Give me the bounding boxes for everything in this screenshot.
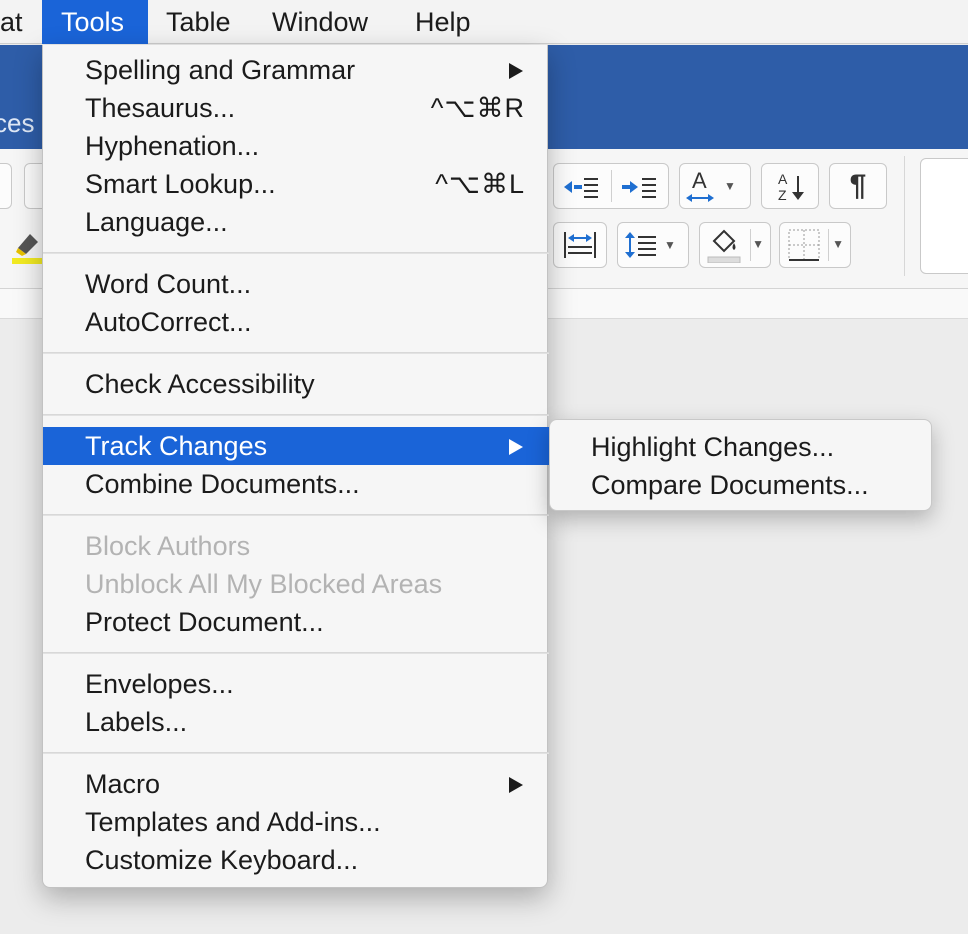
tools-menu: Spelling and Grammar Thesaurus... ^⌥⌘R H… (42, 45, 549, 888)
menu-separator (43, 752, 549, 754)
menu-item-label: Customize Keyboard... (85, 845, 359, 875)
menu-item-label: Thesaurus... (85, 93, 236, 123)
font-dropdown-edge[interactable] (0, 163, 12, 209)
menu-item-envelopes[interactable]: Envelopes... (43, 665, 549, 703)
menu-item-labels[interactable]: Labels... (43, 703, 549, 741)
pilcrow-icon: ¶ (849, 169, 867, 202)
menu-item-label: Unblock All My Blocked Areas (85, 569, 443, 599)
ribbon-divider (904, 156, 905, 276)
menu-item-thesaurus[interactable]: Thesaurus... ^⌥⌘R (43, 89, 549, 127)
menu-format[interactable]: at (0, 0, 40, 44)
svg-text:A: A (778, 171, 788, 187)
menu-item-language[interactable]: Language... (43, 203, 549, 241)
indent-button-group (553, 163, 669, 209)
menu-item-label: Language... (85, 207, 228, 237)
borders-icon (788, 229, 820, 261)
menu-item-word-count[interactable]: Word Count... (43, 265, 549, 303)
show-formatting-button[interactable]: ¶ (829, 163, 887, 209)
keyboard-shortcut: ^⌥⌘R (430, 93, 525, 123)
keyboard-shortcut: ^⌥⌘L (435, 169, 525, 199)
borders-button[interactable]: ▼ (779, 222, 851, 268)
distribute-button[interactable] (553, 222, 607, 268)
track-changes-submenu: Highlight Changes... Compare Documents..… (549, 419, 932, 511)
menu-item-label: Protect Document... (85, 607, 324, 637)
styles-gallery[interactable] (920, 158, 968, 274)
line-spacing-button[interactable]: ▼ (617, 222, 689, 268)
menu-item-label: Macro (85, 769, 161, 799)
text-direction-icon: A (686, 168, 715, 202)
text-direction-button[interactable]: A ▼ (679, 163, 751, 209)
menu-help[interactable]: Help (398, 0, 488, 44)
submenu-arrow-icon (509, 777, 523, 793)
sort-button[interactable]: A Z (761, 163, 819, 209)
menu-item-macro[interactable]: Macro (43, 765, 549, 803)
menu-item-hyphenation[interactable]: Hyphenation... (43, 127, 549, 165)
menu-item-label: Check Accessibility (85, 369, 315, 399)
menu-separator (43, 414, 549, 416)
menu-item-unblock-all: Unblock All My Blocked Areas (43, 565, 549, 603)
ribbon-tab-references[interactable]: ces (0, 108, 34, 139)
chevron-down-icon: ▼ (664, 238, 676, 252)
chevron-down-icon: ▼ (752, 237, 764, 251)
menu-item-label: Templates and Add-ins... (85, 807, 381, 837)
menu-item-smart-lookup[interactable]: Smart Lookup... ^⌥⌘L (43, 165, 549, 203)
chevron-down-icon: ▼ (724, 179, 736, 193)
menu-item-label: Combine Documents... (85, 469, 360, 499)
menu-window[interactable]: Window (255, 0, 385, 44)
svg-text:Z: Z (778, 187, 787, 203)
menu-item-spelling-and-grammar[interactable]: Spelling and Grammar (43, 51, 549, 89)
menu-separator (43, 352, 549, 354)
menu-item-compare-documents[interactable]: Compare Documents... (550, 466, 933, 504)
menu-bar: at Tools Table Window Help (0, 0, 968, 44)
highlighter-icon[interactable] (12, 228, 42, 264)
line-spacing-icon (625, 232, 657, 258)
increase-indent-icon[interactable] (620, 175, 660, 199)
menu-item-templates-and-add-ins[interactable]: Templates and Add-ins... (43, 803, 549, 841)
menu-item-label: Spelling and Grammar (85, 55, 356, 85)
paint-bucket-icon (707, 229, 741, 263)
menu-item-label: Compare Documents... (591, 470, 869, 500)
menu-item-customize-keyboard[interactable]: Customize Keyboard... (43, 841, 549, 879)
menu-item-track-changes[interactable]: Track Changes (43, 427, 549, 465)
menu-item-label: Word Count... (85, 269, 252, 299)
menu-separator (43, 514, 549, 516)
menu-item-label: Highlight Changes... (591, 432, 835, 462)
submenu-arrow-icon (509, 63, 523, 79)
menu-item-check-accessibility[interactable]: Check Accessibility (43, 365, 549, 403)
menu-item-highlight-changes[interactable]: Highlight Changes... (550, 428, 933, 466)
menu-tools[interactable]: Tools (42, 0, 148, 44)
menu-item-combine-documents[interactable]: Combine Documents... (43, 465, 549, 503)
menu-separator (43, 652, 549, 654)
svg-text:A: A (692, 168, 707, 193)
menu-item-label: AutoCorrect... (85, 307, 252, 337)
menu-item-label: Envelopes... (85, 669, 234, 699)
chevron-down-icon: ▼ (832, 237, 844, 251)
menu-item-protect-document[interactable]: Protect Document... (43, 603, 549, 641)
menu-item-label: Hyphenation... (85, 131, 260, 161)
menu-item-label: Smart Lookup... (85, 169, 276, 199)
menu-separator (43, 252, 549, 254)
menu-table[interactable]: Table (149, 0, 248, 44)
menu-item-block-authors: Block Authors (43, 527, 549, 565)
sort-icon: A Z (778, 171, 804, 203)
decrease-indent-icon[interactable] (562, 175, 602, 199)
submenu-arrow-icon (509, 439, 523, 455)
menu-item-label: Track Changes (85, 431, 268, 461)
distribute-icon (564, 232, 596, 258)
menu-item-label: Labels... (85, 707, 188, 737)
shading-button[interactable]: ▼ (699, 222, 771, 268)
menu-item-label: Block Authors (85, 531, 251, 561)
menu-item-autocorrect[interactable]: AutoCorrect... (43, 303, 549, 341)
